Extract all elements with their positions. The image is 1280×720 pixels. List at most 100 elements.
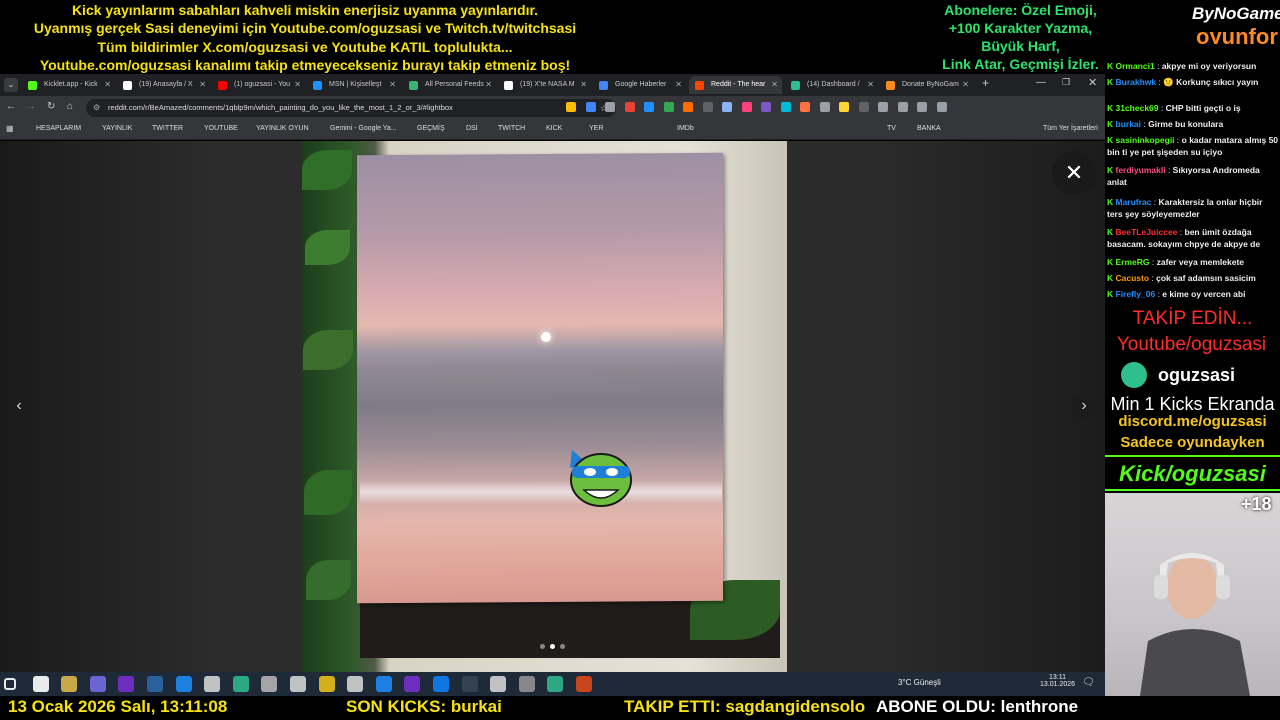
chat-username[interactable]: Cacusto [1116,273,1150,283]
app-icon[interactable] [518,676,535,692]
extension-icon[interactable] [566,102,576,112]
bookmark-item[interactable]: BANKA [917,125,941,132]
browser-tab[interactable]: (19) Anasayfa / X ✕ [117,76,210,94]
tab-close-icon[interactable]: ✕ [294,76,301,94]
tab-close-icon[interactable]: ✕ [485,76,492,94]
chat-username[interactable]: Burakhwk [1116,77,1157,87]
home-icon[interactable]: ⌂ [67,101,73,112]
site-info-icon[interactable]: ⚙ [93,99,100,117]
apps-grid-icon[interactable]: ▦ [6,124,14,133]
search-icon[interactable] [32,676,49,692]
edge-icon[interactable] [433,676,449,692]
chat-username[interactable]: Firefly_06 [1116,289,1156,299]
lightbox-close-button[interactable]: ✕ [1052,151,1096,195]
extension-icon[interactable] [936,102,947,112]
new-tab-button[interactable]: + [982,76,989,90]
app-icon[interactable] [490,676,507,692]
onenote-icon[interactable] [118,676,135,692]
bookmark-item[interactable]: YER [589,125,603,132]
chat-username[interactable]: sasininkopegii [1116,135,1175,145]
bookmark-item[interactable]: Gemini - Google Ya... [330,125,397,132]
extension-icon[interactable] [605,102,615,112]
system-clock[interactable]: 13:11 13.01.2026 [1040,674,1075,688]
tab-close-icon[interactable]: ✕ [771,76,778,94]
extension-icon[interactable] [702,102,713,112]
slide-indicator-dot[interactable] [540,644,545,649]
chat-username[interactable]: burkai [1116,119,1142,129]
bookmark-item[interactable]: YAYINLIK [102,125,132,132]
browser-tab[interactable]: Kicklet.app - Kick ✕ [22,76,115,94]
extension-icon[interactable] [624,102,635,112]
app-icon[interactable] [204,676,221,692]
tab-close-icon[interactable]: ✕ [962,76,969,94]
chat-username[interactable]: BeeTLeJuiccee [1116,227,1178,237]
extension-icon[interactable] [839,102,849,112]
chrome-icon[interactable] [461,676,478,692]
app-icon[interactable] [404,676,421,692]
extension-icon[interactable] [878,102,888,112]
bookmark-item[interactable]: TWITTER [152,125,183,132]
bookmark-item[interactable]: YAYINLIK OYUN [256,125,309,132]
previous-image-button[interactable]: ‹ [6,394,32,420]
extension-icon[interactable] [741,102,752,112]
extension-icon[interactable] [897,102,908,112]
weather-widget[interactable]: 3°C Güneşli [898,678,941,687]
bookmark-item[interactable]: YOUTUBE [204,125,238,132]
app-icon[interactable] [547,676,564,692]
slide-indicator-dot[interactable] [550,644,555,649]
bookmark-item[interactable]: HESAPLARIM [36,125,81,132]
browser-tab[interactable]: (19) X'te NASA M ✕ [498,76,591,94]
browser-tab[interactable]: Google Haberler ✕ [593,76,686,94]
app-icon[interactable] [290,676,306,692]
app-icon[interactable] [89,676,106,692]
extension-icon[interactable] [722,102,732,112]
bookmark-item[interactable]: TWITCH [498,125,525,132]
chat-username[interactable]: 31check69 [1116,103,1159,113]
tab-close-icon[interactable]: ✕ [389,76,396,94]
app-icon[interactable] [147,676,163,692]
browser-tab[interactable]: Reddit - The hear ✕ [689,76,782,94]
tab-close-icon[interactable]: ✕ [199,76,206,94]
app-icon[interactable] [347,676,364,692]
extension-icon[interactable] [585,102,596,112]
tab-close-icon[interactable]: ✕ [867,76,874,94]
notification-icon[interactable]: 🗨 [1082,677,1095,688]
extension-icon[interactable] [858,102,869,112]
bookmark-item[interactable]: GEÇMİŞ [417,125,445,132]
extension-icon[interactable] [644,102,654,112]
bookmark-item[interactable]: DSİ [466,125,478,132]
minimize-icon[interactable]: — [1036,77,1046,88]
files-icon[interactable] [61,676,78,692]
tab-close-icon[interactable]: ✕ [675,76,682,94]
app-icon[interactable] [576,676,592,692]
browser-tab[interactable]: MSN | Kişiselleşt ✕ [307,76,400,94]
chat-username[interactable]: ferdiyumakli [1116,165,1166,175]
chat-username[interactable]: Ormanci1 [1116,61,1155,71]
app-icon[interactable] [318,676,335,692]
bookmark-item[interactable]: KICK [546,125,562,132]
extension-icon[interactable] [800,102,810,112]
chat-username[interactable]: Marufrac [1116,197,1152,207]
slide-indicator-dot[interactable] [560,644,565,649]
camera-icon[interactable] [261,676,278,692]
window-close-icon[interactable]: ✕ [1088,76,1097,89]
maximize-icon[interactable]: ❐ [1062,77,1070,88]
next-image-button[interactable]: › [1071,394,1097,420]
browser-tab[interactable]: (1) oguzsasi - You ✕ [212,76,305,94]
extension-icon[interactable] [683,102,693,112]
all-bookmarks-folder[interactable]: Tüm Yer İşaretleri [1043,125,1098,132]
app-icon[interactable] [232,676,249,692]
extension-icon[interactable] [917,102,927,112]
bookmark-item[interactable]: IMDb [677,125,694,132]
browser-tab[interactable]: All Personal Feeds ✕ [403,76,496,94]
address-input[interactable]: ⚙ reddit.com/r/BeAmazed/comments/1qblp9m… [86,99,616,117]
tab-close-icon[interactable]: ✕ [104,76,111,94]
tab-search-icon[interactable]: ⌄ [4,78,18,92]
extension-icon[interactable] [663,102,674,112]
browser-tab[interactable]: (14) Dashboard / ✕ [785,76,878,94]
app-icon[interactable] [175,676,192,692]
start-menu-icon[interactable] [4,678,16,690]
bookmark-item[interactable]: TV [887,125,896,132]
back-icon[interactable]: ← [6,101,16,112]
extension-icon[interactable] [780,102,791,112]
